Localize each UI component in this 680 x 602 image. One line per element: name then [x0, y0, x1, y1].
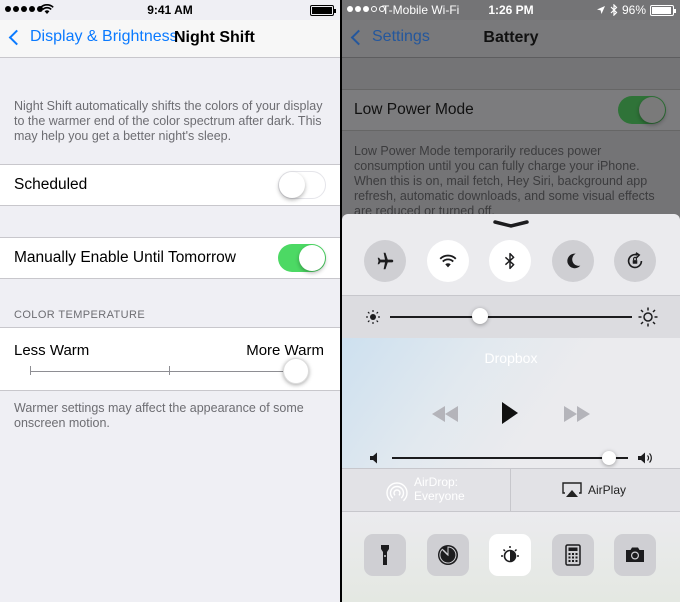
airdrop-airplay-row: AirDrop: Everyone AirPlay	[342, 468, 680, 513]
brightness-slider[interactable]	[390, 316, 632, 318]
brightness-row	[342, 296, 680, 338]
camera-icon	[626, 547, 644, 562]
low-power-label: Low Power Mode	[354, 101, 474, 118]
control-center: Dropbox AirDrop: Everyone AirPlay	[342, 214, 680, 602]
volume-slider-thumb[interactable]	[602, 451, 617, 465]
airplane-icon	[377, 252, 394, 270]
page-title: Night Shift	[174, 29, 255, 46]
scheduled-switch[interactable]	[278, 171, 326, 199]
flashlight-icon	[381, 545, 389, 565]
airdrop-icon	[386, 482, 408, 504]
brightness-slider-thumb[interactable]	[471, 308, 488, 324]
airplay-button[interactable]: AirPlay	[562, 482, 626, 498]
volume-low-icon	[370, 452, 377, 464]
rewind-icon[interactable]	[432, 406, 458, 422]
flashlight-button[interactable]	[364, 534, 406, 576]
switch-knob	[299, 245, 325, 271]
bluetooth-icon	[504, 252, 515, 270]
status-bar: 9:41 AM	[0, 0, 340, 20]
battery-percentage: 96%	[621, 3, 646, 17]
battery-screen: T-Mobile Wi-Fi 1:26 PM 96% Settings Batt…	[342, 0, 680, 602]
manual-enable-label: Manually Enable Until Tomorrow	[14, 249, 236, 266]
timer-button[interactable]	[427, 534, 469, 576]
navigation-bar: Settings Battery	[342, 20, 680, 58]
scheduled-row[interactable]: Scheduled	[0, 164, 340, 206]
play-icon[interactable]	[501, 401, 519, 425]
navigation-bar: Display & Brightness Night Shift	[0, 20, 340, 58]
back-button-label: Display & Brightness	[30, 28, 178, 45]
divider	[510, 469, 511, 513]
location-icon	[596, 6, 605, 14]
switch-knob	[639, 97, 665, 123]
camera-button[interactable]	[614, 534, 656, 576]
color-temperature-slider-thumb[interactable]	[283, 358, 309, 384]
status-time: 9:41 AM	[147, 3, 193, 17]
control-toggles	[342, 214, 680, 296]
chevron-left-icon	[8, 29, 25, 45]
calculator-button[interactable]	[552, 534, 594, 576]
do-not-disturb-toggle[interactable]	[552, 240, 594, 282]
manual-enable-switch[interactable]	[278, 244, 326, 272]
status-bar: T-Mobile Wi-Fi 1:26 PM 96%	[342, 0, 680, 20]
slider-tick	[169, 366, 170, 375]
timer-icon	[438, 545, 458, 565]
volume-high-icon	[638, 452, 652, 464]
fast-forward-icon[interactable]	[564, 406, 590, 422]
night-shift-screen: 9:41 AM Display & Brightness Night Shift…	[0, 0, 340, 602]
low-power-description: Low Power Mode temporarily reduces power…	[354, 144, 655, 218]
scheduled-label: Scheduled	[14, 176, 88, 193]
color-temperature-cell: Less Warm More Warm	[0, 327, 340, 391]
calculator-icon	[565, 544, 581, 566]
airplane-mode-toggle[interactable]	[364, 240, 406, 282]
rotation-lock-icon	[627, 252, 643, 269]
moon-icon	[567, 253, 581, 269]
media-controls: Dropbox	[342, 338, 680, 468]
color-temperature-slider[interactable]	[30, 371, 302, 372]
more-warm-label: More Warm	[246, 342, 324, 359]
now-playing-title: Dropbox	[484, 350, 538, 366]
rotation-lock-toggle[interactable]	[614, 240, 656, 282]
low-power-row[interactable]: Low Power Mode	[342, 89, 680, 131]
bluetooth-toggle[interactable]	[489, 240, 531, 282]
wifi-icon	[439, 254, 457, 268]
volume-slider[interactable]	[392, 457, 628, 459]
color-temperature-header: COLOR TEMPERATURE	[14, 309, 146, 321]
color-temperature-footer: Warmer settings may affect the appearanc…	[14, 401, 304, 430]
battery-icon	[310, 5, 336, 16]
bluetooth-icon	[610, 4, 618, 16]
page-title: Battery	[483, 29, 539, 46]
back-button[interactable]: Display & Brightness	[8, 28, 178, 46]
night-shift-description: Night Shift automatically shifts the col…	[14, 99, 323, 143]
battery-icon	[650, 4, 676, 16]
slider-tick	[30, 366, 31, 375]
airdrop-label: AirDrop:	[414, 475, 459, 489]
airplay-label: AirPlay	[588, 483, 627, 497]
sun-large-icon	[638, 307, 658, 327]
manual-enable-row[interactable]: Manually Enable Until Tomorrow	[0, 237, 340, 279]
night-shift-button[interactable]	[489, 534, 531, 576]
wifi-toggle[interactable]	[427, 240, 469, 282]
sun-small-icon	[366, 310, 380, 324]
night-shift-icon	[501, 546, 519, 563]
airplay-icon	[562, 482, 582, 497]
less-warm-label: Less Warm	[14, 342, 90, 359]
airdrop-status: Everyone	[414, 489, 465, 503]
quick-apps-row	[342, 512, 680, 602]
switch-knob	[279, 172, 305, 198]
low-power-switch[interactable]	[618, 96, 666, 124]
